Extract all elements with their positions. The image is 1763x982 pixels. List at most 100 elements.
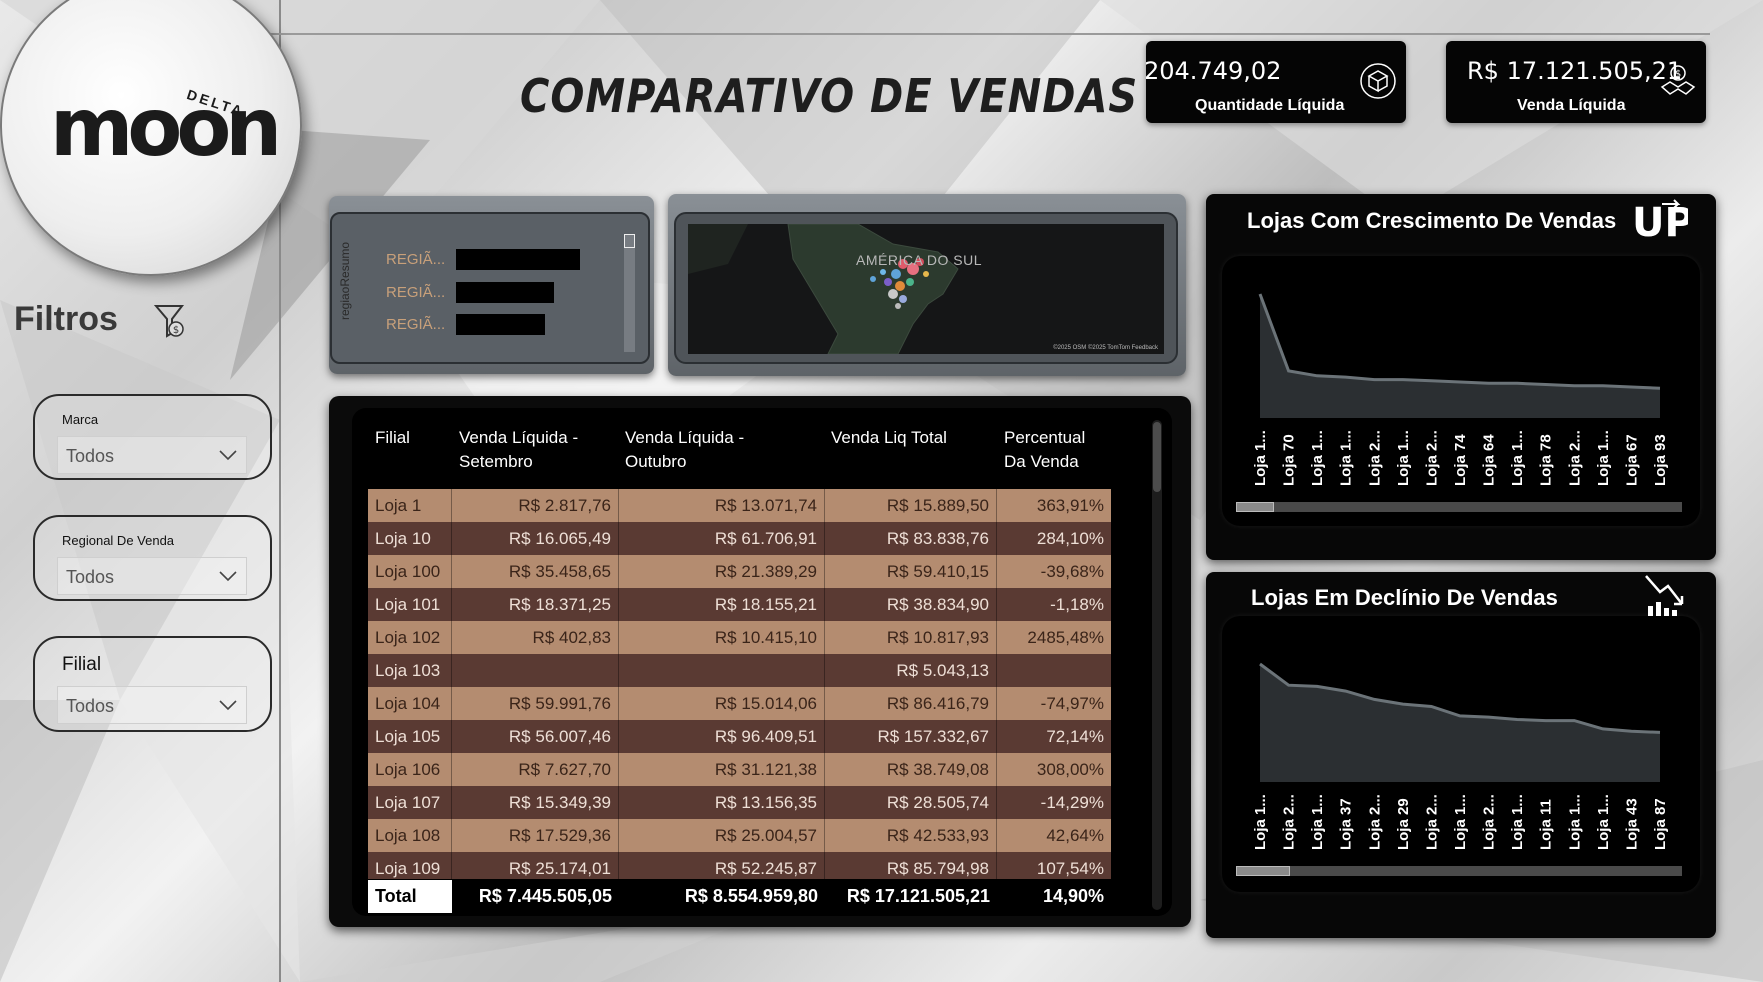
table-cell: Loja 103 bbox=[368, 654, 452, 687]
map-view[interactable]: AMÉRICA DO SUL ©2025 OSM ©2025 TomTom Fe… bbox=[688, 224, 1164, 354]
region-bar-label[interactable]: REGIÃ... bbox=[386, 284, 445, 301]
x-tick-label: Loja 2... bbox=[1366, 430, 1383, 486]
table-cell: -1,18% bbox=[1050, 595, 1104, 614]
table-row[interactable]: Loja 104 R$ 59.991,76 R$ 15.014,06 R$ 86.41… bbox=[368, 687, 1111, 720]
table-cell: Loja 101 bbox=[368, 588, 452, 621]
x-tick-label: Loja 93 bbox=[1652, 434, 1669, 486]
column-header-filial[interactable]: Filial bbox=[375, 426, 410, 450]
table-cell bbox=[619, 654, 825, 687]
table-cell: -74,97% bbox=[1040, 694, 1104, 713]
table-cell: R$ 42.533,93 bbox=[825, 819, 997, 852]
filial-dropdown[interactable]: Todos bbox=[57, 686, 247, 724]
slicer-label: Regional De Venda bbox=[62, 533, 175, 548]
decline-area-chart[interactable]: Loja 1... Loja 2... Loja 1... Loja 37 Loja 2… bbox=[1222, 616, 1700, 870]
table-cell: 107,54% bbox=[1036, 859, 1104, 878]
x-tick-label: Loja 1... bbox=[1309, 794, 1326, 850]
region-bar[interactable] bbox=[456, 282, 554, 303]
decline-chart-scroll-thumb[interactable] bbox=[1236, 866, 1290, 876]
total-cell: R$ 8.554.959,80 bbox=[684, 886, 818, 906]
table-scrollbar[interactable] bbox=[1152, 420, 1162, 910]
growth-area-chart[interactable]: Loja 1... Loja 70 Loja 1... Loja 1... Loja 2… bbox=[1222, 256, 1700, 506]
table-cell: R$ 25.174,01 bbox=[452, 852, 619, 879]
table-row[interactable]: Loja 105 R$ 56.007,46 R$ 96.409,51 R$ 157.3… bbox=[368, 720, 1111, 753]
funnel-money-icon: $ bbox=[154, 305, 185, 338]
table-cell: R$ 21.389,29 bbox=[619, 555, 825, 588]
header-line: Percentual bbox=[1004, 428, 1086, 447]
table-cell: 308,00% bbox=[1036, 760, 1104, 779]
table-cell: R$ 85.794,98 bbox=[825, 852, 997, 879]
x-tick-label: Loja 87 bbox=[1652, 798, 1669, 850]
growth-chart-title: Lojas Com Crescimento De Vendas bbox=[1247, 208, 1617, 233]
region-bar[interactable] bbox=[456, 249, 580, 270]
table-cell: Loja 109 bbox=[368, 852, 452, 879]
table-scroll-thumb[interactable] bbox=[1153, 422, 1161, 492]
x-tick-label: Loja 1... bbox=[1595, 430, 1612, 486]
map-shape bbox=[688, 224, 959, 354]
table-row[interactable]: Loja 10 R$ 16.065,49 R$ 61.706,91 R$ 83.838… bbox=[368, 522, 1111, 555]
slicer-label: Filial bbox=[62, 654, 102, 675]
kpi-value: R$ 17.121.505,21 bbox=[1467, 57, 1683, 85]
table-cell: R$ 157.332,67 bbox=[825, 720, 997, 753]
decline-chart-scrollbar[interactable] bbox=[1236, 866, 1682, 876]
region-bar[interactable] bbox=[456, 314, 545, 335]
table-row[interactable]: Loja 108 R$ 17.529,36 R$ 25.004,57 R$ 42.53… bbox=[368, 819, 1111, 852]
region-bar-label[interactable]: REGIÃ... bbox=[386, 316, 445, 333]
table-cell bbox=[452, 654, 619, 687]
map-credit[interactable]: ©2025 OSM ©2025 TomTom Feedback bbox=[1053, 345, 1158, 351]
x-tick-label: Loja 11 bbox=[1538, 799, 1555, 850]
table-cell: 284,10% bbox=[1036, 529, 1104, 548]
chevron-down-icon bbox=[219, 700, 237, 711]
up-icon: UP bbox=[1632, 199, 1688, 242]
column-header-outubro[interactable]: Venda Líquida - Outubro bbox=[625, 426, 744, 474]
table-cell: R$ 402,83 bbox=[452, 621, 619, 654]
table-cell: R$ 31.121,38 bbox=[619, 753, 825, 786]
marca-dropdown[interactable]: Todos bbox=[57, 436, 247, 474]
x-tick-label: Loja 2... bbox=[1423, 430, 1440, 486]
table-row[interactable]: Loja 109 R$ 25.174,01 R$ 52.245,87 R$ 85.79… bbox=[368, 852, 1111, 879]
regional-dropdown[interactable]: Todos bbox=[57, 557, 247, 595]
kpi-label: Quantidade Líquida bbox=[1195, 97, 1345, 114]
table-row[interactable]: Loja 103 R$ 5.043,13 bbox=[368, 654, 1111, 687]
table-cell: R$ 2.817,76 bbox=[452, 489, 619, 522]
table-body[interactable]: Loja 1 R$ 2.817,76 R$ 13.071,74 R$ 15.889,5… bbox=[368, 489, 1111, 879]
x-tick-label: Loja 70 bbox=[1281, 434, 1298, 486]
region-scrollbar[interactable] bbox=[624, 234, 635, 352]
table-cell bbox=[997, 654, 1111, 687]
column-header-total[interactable]: Venda Liq Total bbox=[831, 426, 947, 450]
table-row[interactable]: Loja 100 R$ 35.458,65 R$ 21.389,29 R$ 59.41… bbox=[368, 555, 1111, 588]
total-cell: R$ 17.121.505,21 bbox=[846, 886, 990, 906]
table-row[interactable]: Loja 1 R$ 2.817,76 R$ 13.071,74 R$ 15.889,5… bbox=[368, 489, 1111, 522]
table-row[interactable]: Loja 102 R$ 402,83 R$ 10.415,10 R$ 10.817,9… bbox=[368, 621, 1111, 654]
table-cell: R$ 59.991,76 bbox=[452, 687, 619, 720]
svg-text:$: $ bbox=[173, 325, 179, 336]
table-cell: R$ 16.065,49 bbox=[452, 522, 619, 555]
table-cell: R$ 86.416,79 bbox=[825, 687, 997, 720]
x-tick-label: Loja 43 bbox=[1623, 798, 1640, 850]
x-tick-label: Loja 1... bbox=[1509, 430, 1526, 486]
region-scroll-thumb[interactable] bbox=[624, 234, 635, 248]
slicer-marca: Marca Todos bbox=[33, 394, 272, 480]
column-header-percentual[interactable]: Percentual Da Venda bbox=[1004, 426, 1085, 474]
total-cell: R$ 7.445.505,05 bbox=[478, 886, 612, 906]
growth-chart-scroll-thumb[interactable] bbox=[1236, 502, 1274, 512]
table-row[interactable]: Loja 106 R$ 7.627,70 R$ 31.121,38 R$ 38.749… bbox=[368, 753, 1111, 786]
table-cell: 72,14% bbox=[1046, 727, 1104, 746]
table-cell: Loja 108 bbox=[368, 819, 452, 852]
column-header-setembro[interactable]: Venda Líquida - Setembro bbox=[459, 426, 578, 474]
table-cell: R$ 10.817,93 bbox=[825, 621, 997, 654]
growth-chart-scrollbar[interactable] bbox=[1236, 502, 1682, 512]
total-cell: 14,90% bbox=[1042, 886, 1104, 906]
table-cell: R$ 25.004,57 bbox=[619, 819, 825, 852]
x-tick-label: Loja 29 bbox=[1395, 798, 1412, 850]
slicer-regional: Regional De Venda Todos bbox=[33, 515, 272, 601]
header-divider bbox=[230, 33, 1710, 35]
x-tick-label: Loja 1... bbox=[1452, 794, 1469, 850]
table-row[interactable]: Loja 107 R$ 15.349,39 R$ 13.156,35 R$ 28.50… bbox=[368, 786, 1111, 819]
region-bar-label[interactable]: REGIÃ... bbox=[386, 251, 445, 268]
chevron-down-icon bbox=[219, 571, 237, 582]
table-cell: R$ 13.156,35 bbox=[619, 786, 825, 819]
table-row[interactable]: Loja 101 R$ 18.371,25 R$ 18.155,21 R$ 38.83… bbox=[368, 588, 1111, 621]
table-cell: R$ 15.889,50 bbox=[825, 489, 997, 522]
page-title: COMPARATIVO DE VENDAS bbox=[520, 70, 1139, 124]
table-cell: Loja 1 bbox=[368, 489, 452, 522]
